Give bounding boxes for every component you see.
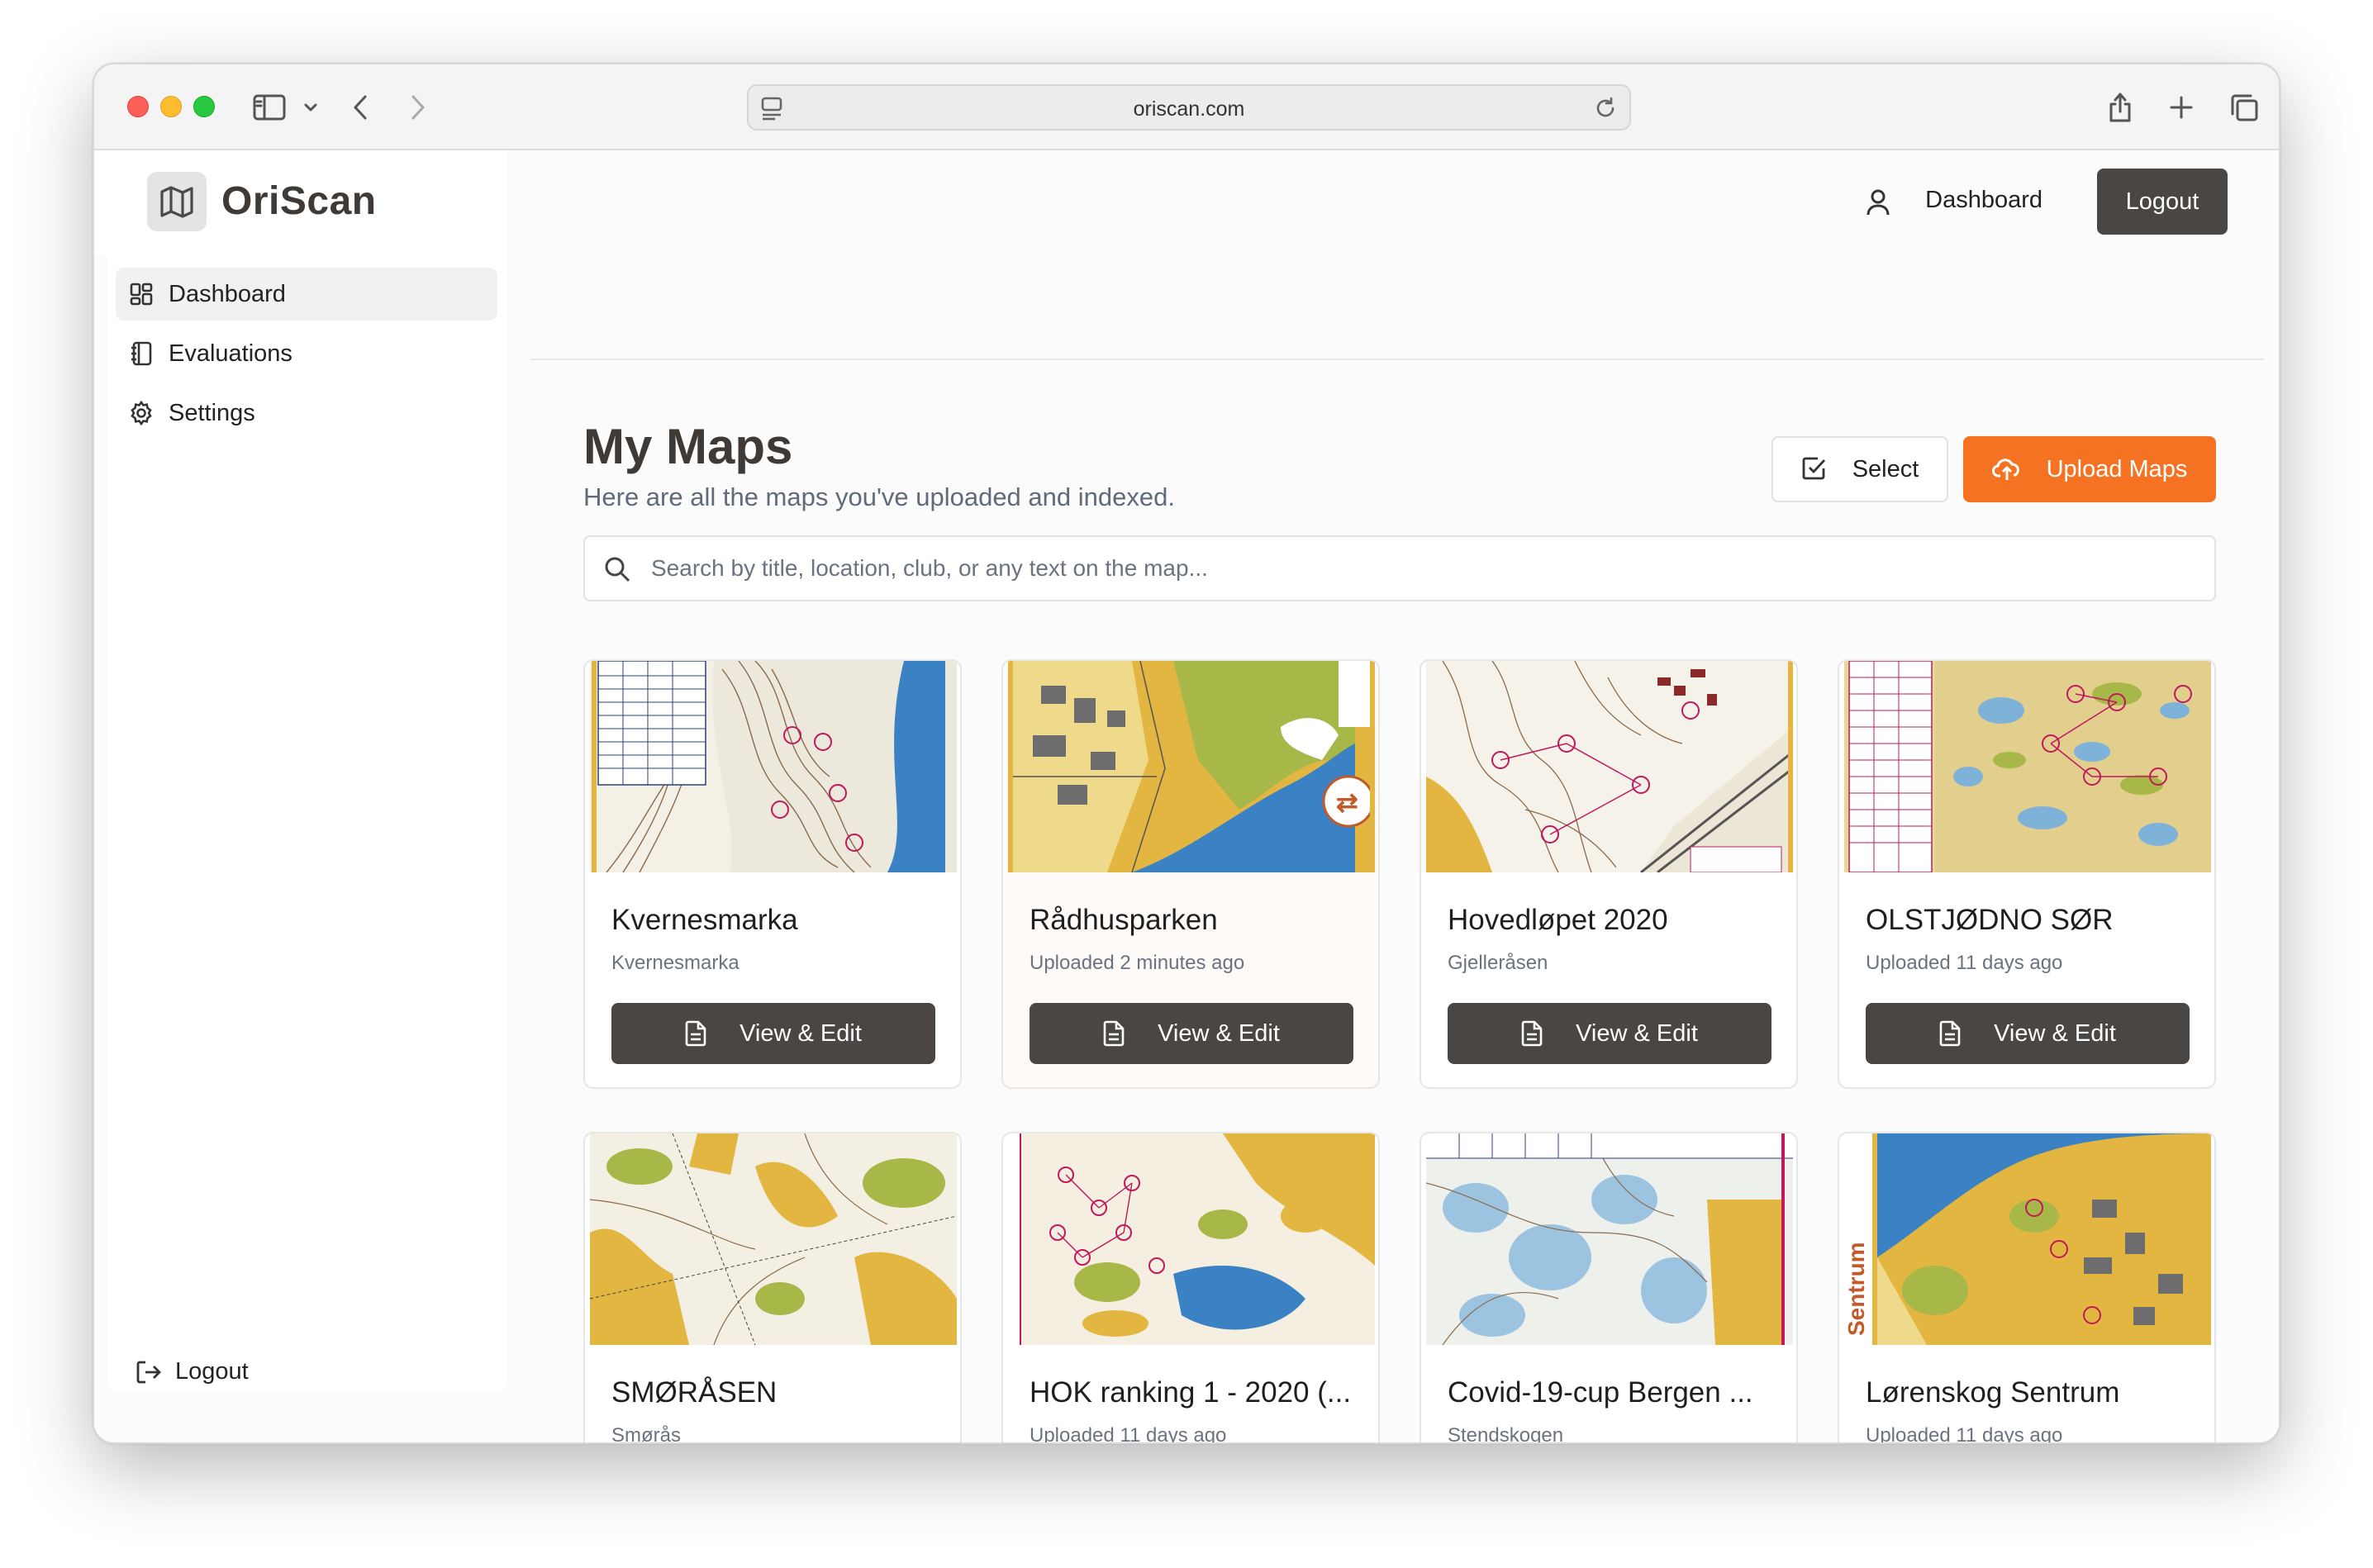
- brand-header: OriScan: [94, 150, 507, 256]
- map-card[interactable]: OLSTJØDNO SØR Uploaded 11 days ago View …: [1838, 659, 2216, 1089]
- map-meta: Smørås: [611, 1424, 681, 1444]
- close-window-button[interactable]: [127, 96, 149, 117]
- map-title[interactable]: Lørenskog Sentrum: [1866, 1376, 2193, 1409]
- page-subtitle: Here are all the maps you've uploaded an…: [583, 482, 1175, 511]
- map-card[interactable]: Hovedløpet 2020 Gjelleråsen View & Edit: [1420, 659, 1798, 1089]
- map-title[interactable]: SMØRÅSEN: [611, 1376, 939, 1409]
- map-title[interactable]: Kvernesmarka: [611, 904, 939, 937]
- view-edit-button[interactable]: View & Edit: [611, 1003, 935, 1064]
- sidebar-item-evaluations[interactable]: Evaluations: [116, 327, 497, 380]
- browser-window: oriscan.com OriScan Dashboard Logout Das…: [93, 63, 2280, 1444]
- sidebar-item-label: Settings: [169, 399, 255, 426]
- map-meta: Uploaded 2 minutes ago: [1030, 952, 1245, 974]
- map-thumbnail[interactable]: [1844, 661, 2211, 872]
- view-edit-label: View & Edit: [1576, 1019, 1698, 1047]
- document-icon: [1521, 1020, 1543, 1047]
- sidebar: Dashboard Evaluations Settings: [107, 256, 507, 1393]
- sidebar-item-settings[interactable]: Settings: [116, 387, 497, 440]
- map-title[interactable]: HOK ranking 1 - 2020 (...: [1030, 1376, 1357, 1409]
- map-card[interactable]: Kvernesmarka Kvernesmarka View & Edit: [583, 659, 962, 1089]
- svg-text:Sentrum: Sentrum: [1844, 1242, 1869, 1336]
- browser-toolbar: oriscan.com: [94, 64, 2279, 150]
- topnav-dashboard-link[interactable]: Dashboard: [1925, 187, 2042, 214]
- map-thumbnail[interactable]: [1426, 661, 1793, 872]
- upload-maps-button[interactable]: Upload Maps: [1963, 436, 2216, 502]
- map-search-bar[interactable]: [583, 535, 2216, 601]
- view-edit-label: View & Edit: [1994, 1019, 2116, 1047]
- sidebar-item-label: Evaluations: [169, 340, 292, 367]
- reload-icon[interactable]: [1593, 96, 1618, 125]
- map-meta: Uploaded 11 days ago: [1866, 1424, 2063, 1444]
- select-button[interactable]: Select: [1771, 436, 1948, 502]
- map-logo-icon[interactable]: [147, 172, 207, 231]
- select-label: Select: [1852, 455, 1919, 482]
- page-title: My Maps: [583, 419, 793, 474]
- cloud-upload-icon: [1991, 459, 2019, 480]
- map-title[interactable]: OLSTJØDNO SØR: [1866, 904, 2193, 937]
- search-icon: [605, 557, 630, 582]
- sidebar-logout-label: Logout: [175, 1358, 249, 1385]
- sidebar-item-label: Dashboard: [169, 280, 286, 307]
- view-edit-label: View & Edit: [1158, 1019, 1280, 1047]
- tab-overview-icon[interactable]: [2226, 89, 2262, 126]
- search-input[interactable]: [651, 549, 2188, 588]
- content-divider: [530, 359, 2264, 360]
- view-edit-label: View & Edit: [739, 1019, 862, 1047]
- checkbox-icon: [1802, 457, 1825, 480]
- map-card[interactable]: HOK ranking 1 - 2020 (... Uploaded 11 da…: [1001, 1132, 1380, 1444]
- user-icon: [1866, 188, 1890, 221]
- map-thumbnail[interactable]: Sentrum: [1844, 1133, 2211, 1345]
- view-edit-button[interactable]: View & Edit: [1448, 1003, 1771, 1064]
- layout-grid-icon: [130, 283, 153, 306]
- document-icon: [685, 1020, 706, 1047]
- document-icon: [1939, 1020, 1961, 1047]
- map-meta: Uploaded 11 days ago: [1030, 1424, 1227, 1444]
- brand-name[interactable]: OriScan: [221, 178, 377, 224]
- map-thumbnail[interactable]: [1426, 1133, 1793, 1345]
- map-thumbnail[interactable]: [590, 661, 957, 872]
- map-thumbnail[interactable]: ⇄: [1008, 661, 1375, 872]
- map-card[interactable]: ⇄ Rådhusparken Uploaded 2 minutes ago Vi…: [1001, 659, 1380, 1089]
- minimize-window-button[interactable]: [160, 96, 182, 117]
- share-icon[interactable]: [2102, 89, 2138, 126]
- sidebar-toggle-icon[interactable]: [251, 89, 288, 126]
- chevron-down-icon[interactable]: [292, 89, 329, 126]
- back-arrow-icon[interactable]: [342, 89, 378, 126]
- zoom-window-button[interactable]: [193, 96, 215, 117]
- gear-icon: [131, 401, 152, 425]
- map-thumbnail[interactable]: [1008, 1133, 1375, 1345]
- map-meta: Gjelleråsen: [1448, 952, 1548, 974]
- map-card[interactable]: Covid-19-cup Bergen ... Stendskogen: [1420, 1132, 1798, 1444]
- sidebar-logout-link[interactable]: Logout: [136, 1358, 249, 1385]
- map-title[interactable]: Covid-19-cup Bergen ...: [1448, 1376, 1775, 1409]
- map-card[interactable]: SMØRÅSEN Smørås: [583, 1132, 962, 1444]
- notebook-icon: [131, 341, 152, 366]
- view-edit-button[interactable]: View & Edit: [1866, 1003, 2190, 1064]
- forward-arrow-icon[interactable]: [400, 89, 436, 126]
- map-thumbnail[interactable]: [590, 1133, 957, 1345]
- logout-icon: [136, 1361, 161, 1383]
- view-edit-button[interactable]: View & Edit: [1030, 1003, 1353, 1064]
- map-title[interactable]: Hovedløpet 2020: [1448, 904, 1775, 937]
- header-logout-button[interactable]: Logout: [2097, 169, 2228, 235]
- sidebar-item-dashboard[interactable]: Dashboard: [116, 268, 497, 321]
- map-title[interactable]: Rådhusparken: [1030, 904, 1357, 937]
- address-bar[interactable]: oriscan.com: [747, 84, 1631, 131]
- document-icon: [1103, 1020, 1125, 1047]
- url-text: oriscan.com: [1133, 97, 1245, 121]
- map-meta: Uploaded 11 days ago: [1866, 952, 2063, 974]
- map-card[interactable]: Sentrum Lørenskog Sentrum Uploaded 11 da…: [1838, 1132, 2216, 1444]
- app-root: OriScan Dashboard Logout Dashboard Evalu…: [94, 150, 2279, 1442]
- map-meta: Kvernesmarka: [611, 952, 739, 974]
- upload-label: Upload Maps: [2046, 455, 2188, 482]
- map-meta: Stendskogen: [1448, 1424, 1564, 1444]
- svg-text:⇄: ⇄: [1336, 787, 1358, 817]
- new-tab-icon[interactable]: [2163, 89, 2199, 126]
